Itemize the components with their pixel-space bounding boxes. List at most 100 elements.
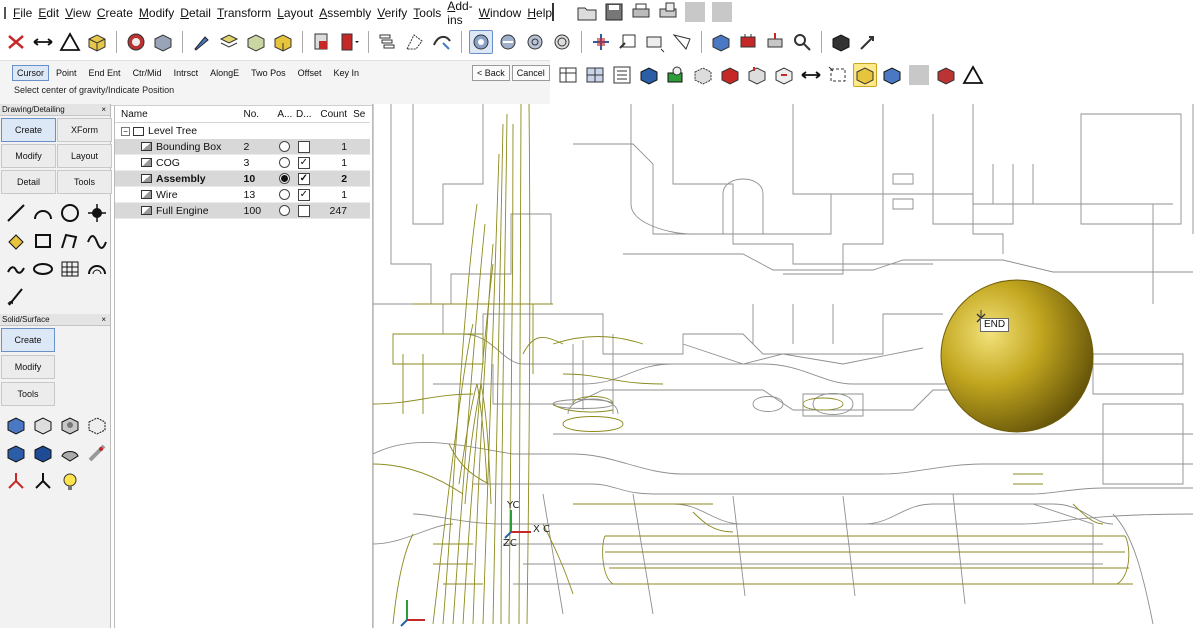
col-display-header[interactable]: D... bbox=[294, 109, 313, 120]
extrude-icon[interactable] bbox=[2, 412, 29, 438]
sweep-icon[interactable] bbox=[430, 30, 454, 54]
solid-create-tab[interactable]: Create bbox=[1, 328, 55, 352]
col-set-header[interactable]: Se bbox=[353, 109, 370, 120]
level-row[interactable]: Full Engine 100 247 bbox=[115, 203, 370, 219]
snap-two-pos-button[interactable]: Two Pos bbox=[246, 65, 291, 81]
open-file-icon[interactable] bbox=[575, 0, 599, 24]
layer-icon[interactable] bbox=[217, 30, 241, 54]
view-fit-icon[interactable] bbox=[550, 30, 574, 54]
col-count-header[interactable]: Count bbox=[313, 109, 353, 120]
line-tool-icon[interactable] bbox=[2, 200, 29, 226]
ellipse-tool-icon[interactable] bbox=[29, 256, 56, 282]
level-row[interactable]: COG 3 ✓ 1 bbox=[115, 155, 370, 171]
drawing-modify-tab[interactable]: Modify bbox=[1, 144, 56, 168]
blue-solid-icon[interactable] bbox=[880, 63, 904, 87]
section-tool-icon[interactable] bbox=[83, 256, 110, 282]
sketch-tool-icon[interactable] bbox=[2, 284, 29, 310]
menu-window[interactable]: Window bbox=[476, 6, 525, 20]
col-number-header[interactable]: No. bbox=[241, 109, 276, 120]
cursor-icon[interactable] bbox=[616, 30, 640, 54]
render-icon[interactable] bbox=[124, 30, 148, 54]
snap-key-in-button[interactable]: Key In bbox=[328, 65, 364, 81]
graphics-viewport[interactable]: YC X C ZC END bbox=[372, 104, 1200, 628]
list-icon[interactable] bbox=[610, 63, 634, 87]
circle-tool-icon[interactable] bbox=[56, 200, 83, 226]
menu-transform[interactable]: Transform bbox=[214, 6, 274, 20]
measure-icon[interactable] bbox=[670, 30, 694, 54]
col-name-header[interactable]: Name bbox=[115, 109, 241, 120]
torus-icon[interactable] bbox=[83, 440, 110, 466]
plane-icon[interactable] bbox=[271, 30, 295, 54]
level-row[interactable]: Wire 13 ✓ 1 bbox=[115, 187, 370, 203]
print-icon[interactable] bbox=[629, 0, 653, 24]
transform-icon[interactable] bbox=[856, 30, 880, 54]
cancel-button[interactable]: Cancel bbox=[511, 65, 550, 81]
shell-icon[interactable] bbox=[772, 63, 796, 87]
triangle-icon[interactable] bbox=[58, 30, 82, 54]
menu-tools[interactable]: Tools bbox=[410, 6, 444, 20]
drawing-layout-tab[interactable]: Layout bbox=[57, 144, 112, 168]
red-solid-icon[interactable] bbox=[934, 63, 958, 87]
view-pan-icon[interactable] bbox=[496, 30, 520, 54]
snap-cursor-button[interactable]: Cursor bbox=[12, 65, 50, 81]
box-icon[interactable] bbox=[85, 30, 109, 54]
view-zoom-icon[interactable] bbox=[523, 30, 547, 54]
active-level-radio[interactable] bbox=[279, 141, 291, 153]
collapse-icon[interactable]: − bbox=[121, 126, 130, 136]
block-icon[interactable] bbox=[2, 440, 29, 466]
save-icon[interactable] bbox=[602, 0, 626, 24]
chamfer-icon[interactable] bbox=[745, 63, 769, 87]
cone-icon[interactable] bbox=[56, 440, 83, 466]
light-icon[interactable] bbox=[56, 468, 83, 494]
active-level-radio[interactable] bbox=[279, 205, 291, 217]
fillet-icon[interactable] bbox=[718, 63, 742, 87]
menu-verify[interactable]: Verify bbox=[374, 6, 410, 20]
drawing-tools-tab[interactable]: Tools bbox=[57, 170, 112, 194]
component-icon[interactable] bbox=[736, 30, 760, 54]
close-icon[interactable]: × bbox=[101, 105, 106, 114]
sphere-icon[interactable] bbox=[853, 63, 877, 87]
snap-point-button[interactable]: Point bbox=[51, 65, 82, 81]
menu-layout[interactable]: Layout bbox=[274, 6, 316, 20]
display-level-checkbox[interactable] bbox=[297, 204, 310, 217]
snap-intersect-button[interactable]: Intrsct bbox=[168, 65, 204, 81]
line-icon[interactable] bbox=[31, 30, 55, 54]
col-active-header[interactable]: A... bbox=[275, 109, 294, 120]
copy-color-icon[interactable] bbox=[310, 30, 334, 54]
fillet-tool-icon[interactable] bbox=[2, 228, 29, 254]
close-icon[interactable]: × bbox=[101, 315, 106, 324]
level-row[interactable]: Assembly 10 ✓ 2 bbox=[115, 171, 370, 187]
polyline-tool-icon[interactable] bbox=[56, 228, 83, 254]
drawing-create-tab[interactable]: Create bbox=[1, 118, 56, 142]
explode-icon[interactable] bbox=[829, 30, 853, 54]
section-icon[interactable] bbox=[691, 63, 715, 87]
axis-icon[interactable] bbox=[2, 468, 29, 494]
menu-detail[interactable]: Detail bbox=[177, 6, 214, 20]
move-icon[interactable] bbox=[589, 30, 613, 54]
solid-tools-tab[interactable]: Tools bbox=[1, 382, 55, 406]
menu-view[interactable]: View bbox=[62, 6, 94, 20]
drawing-detail-tab[interactable]: Detail bbox=[1, 170, 56, 194]
cylinder-icon[interactable] bbox=[29, 440, 56, 466]
display-level-checkbox[interactable]: ✓ bbox=[297, 172, 310, 185]
dimension-icon[interactable] bbox=[643, 30, 667, 54]
offset-tool-icon[interactable] bbox=[2, 256, 29, 282]
menu-add-ins[interactable]: Add-ins bbox=[444, 0, 475, 27]
snap-along-entity-button[interactable]: AlongE bbox=[205, 65, 245, 81]
loft-icon[interactable] bbox=[83, 412, 110, 438]
point-icon[interactable] bbox=[4, 30, 28, 54]
assembly-icon[interactable] bbox=[709, 30, 733, 54]
revolve-icon[interactable] bbox=[29, 412, 56, 438]
rectangle-tool-icon[interactable] bbox=[29, 228, 56, 254]
display-level-checkbox[interactable]: ✓ bbox=[297, 156, 310, 169]
solid-box-icon[interactable] bbox=[637, 63, 661, 87]
color-icon[interactable] bbox=[244, 30, 268, 54]
stretch-icon[interactable] bbox=[799, 63, 823, 87]
surface-icon[interactable] bbox=[403, 30, 427, 54]
grid-icon[interactable] bbox=[583, 63, 607, 87]
zoom-icon[interactable] bbox=[790, 30, 814, 54]
solid-modify-tab[interactable]: Modify bbox=[1, 355, 55, 379]
menu-assembly[interactable]: Assembly bbox=[316, 6, 374, 20]
active-level-radio[interactable] bbox=[279, 173, 291, 185]
constraint-icon[interactable] bbox=[763, 30, 787, 54]
